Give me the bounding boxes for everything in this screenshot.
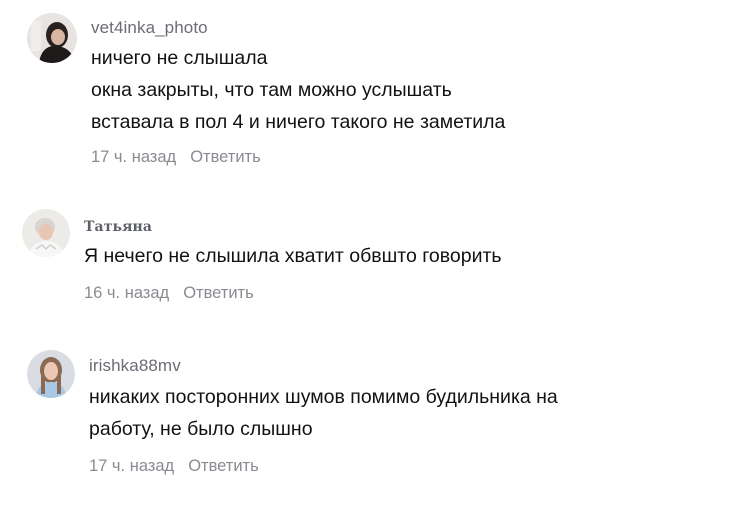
comment-username[interactable]: vet4inka_photo — [91, 18, 208, 38]
avatar[interactable] — [27, 13, 77, 63]
reply-button[interactable]: Ответить — [183, 284, 254, 302]
comment-text-line: ничего не слышала — [91, 47, 268, 69]
comment-timestamp: 17 ч. назад — [89, 457, 175, 475]
user-photo-icon — [27, 13, 77, 63]
comment-text-line: окна закрыты, что там можно услышать — [91, 79, 452, 101]
comment-timestamp: 16 ч. назад — [84, 284, 170, 302]
comment-text-line: никаких посторонних шумов помимо будильн… — [89, 386, 558, 408]
avatar[interactable] — [22, 209, 70, 257]
reply-button[interactable]: Ответить — [188, 457, 259, 475]
avatar[interactable] — [27, 350, 75, 398]
comment-text-line: Я нечего не слышила хватит обвшто говори… — [84, 245, 502, 267]
comment-meta: 16 ч. назад Ответить — [84, 284, 254, 303]
comment-username[interactable]: irishka88mv — [89, 356, 181, 376]
comment-username[interactable]: Татьяна — [84, 219, 152, 235]
comment-meta: 17 ч. назад Ответить — [89, 457, 259, 476]
comment-text-line: вставала в пол 4 и ничего такого не заме… — [91, 111, 506, 133]
user-photo-icon — [27, 350, 75, 398]
reply-button[interactable]: Ответить — [190, 148, 261, 166]
comment-timestamp: 17 ч. назад — [91, 148, 177, 166]
comment-text-line: работу, не было слышно — [89, 418, 313, 440]
user-photo-icon — [22, 209, 70, 257]
comment-meta: 17 ч. назад Ответить — [91, 148, 261, 167]
